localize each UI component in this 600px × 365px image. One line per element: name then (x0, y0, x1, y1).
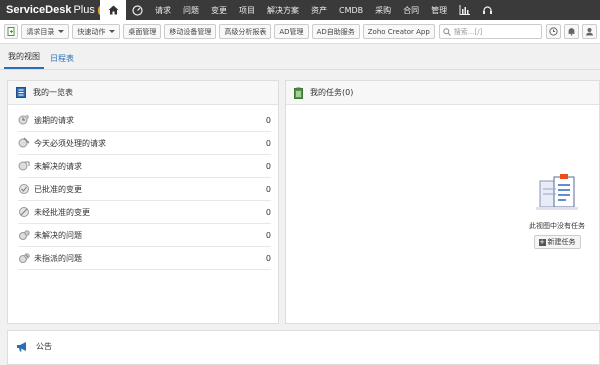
open-request-icon (18, 161, 30, 171)
ad-selfservice-button[interactable]: AD自助服务 (311, 24, 360, 39)
empty-tasks-illustration-icon (536, 174, 578, 210)
list-item[interactable]: 已批准的变更 0 (18, 178, 271, 201)
search-input[interactable]: 搜索...[/] (454, 27, 483, 37)
user-icon (586, 28, 593, 36)
nav-assets[interactable]: 资产 (305, 0, 333, 20)
unapproved-change-icon (19, 207, 29, 217)
notifications-button[interactable] (564, 24, 579, 39)
overview-row-count[interactable]: 0 (259, 254, 271, 263)
nav-cmdb[interactable]: CMDB (333, 0, 369, 20)
mobile-mgmt-button[interactable]: 移动设备管理 (164, 24, 217, 39)
announcements-panel: 公告 (7, 330, 600, 365)
nav-projects[interactable]: 项目 (233, 0, 261, 20)
bell-icon (568, 28, 575, 36)
tasks-title: 我的任务(0) (310, 88, 354, 97)
new-item-button[interactable] (4, 24, 19, 39)
megaphone-icon (17, 341, 26, 351)
clipboard-icon (294, 87, 303, 99)
speedometer-icon (132, 4, 143, 16)
nav-changes[interactable]: 变更 (205, 0, 233, 20)
tasks-empty-text: 此视图中没有任务 (529, 222, 585, 230)
advanced-reports-button[interactable]: 高级分析报表 (219, 24, 272, 39)
global-search[interactable]: 搜索...[/] (438, 24, 542, 39)
new-task-label: 新建任务 (547, 238, 576, 246)
nav-dashboard[interactable] (126, 0, 149, 20)
overview-row-label: 未解决的请求 (34, 161, 82, 171)
overview-row-label: 逾期的请求 (34, 115, 74, 125)
ad-mgmt-button[interactable]: AD管理 (274, 24, 309, 39)
nav-solutions[interactable]: 解决方案 (261, 0, 305, 20)
overdue-request-icon (18, 115, 29, 125)
nav-admin[interactable]: 管理 (425, 0, 453, 20)
new-document-icon (7, 27, 15, 36)
my-overview-panel: 我的一览表 逾期的请求 0 今天必须处理的请求 0 未解决的请求 0 已批准的变… (7, 80, 279, 324)
nav-problems[interactable]: 问题 (177, 0, 205, 20)
tasks-empty-state: 此视图中没有任务 + 新建任务 (522, 173, 592, 249)
list-icon (16, 87, 26, 98)
nav-reports[interactable] (453, 0, 476, 20)
user-button[interactable] (582, 24, 597, 39)
headset-icon (483, 5, 493, 14)
list-item[interactable]: 未解决的问题 0 (18, 224, 271, 247)
quick-actions-label: 快速动作 (77, 27, 106, 36)
tasks-header: 我的任务(0) (286, 81, 599, 105)
approved-change-icon (19, 184, 29, 194)
bar-chart-icon (459, 5, 471, 15)
list-item[interactable]: 未指派的问题 0 (18, 247, 271, 270)
plus-icon: + (538, 237, 546, 246)
unassigned-problem-icon (19, 253, 30, 263)
home-icon (108, 5, 118, 15)
request-catalog-label: 请求目录 (26, 27, 55, 36)
tab-my-view[interactable]: 我的视图 (4, 51, 44, 69)
overview-row-count[interactable]: 0 (259, 162, 271, 171)
quick-toolbar: 请求目录 快速动作 桌面管理 移动设备管理 高级分析报表 AD管理 AD自助服务… (0, 20, 600, 44)
overview-row-count[interactable]: 0 (259, 116, 271, 125)
logo-text: ServiceDesk (6, 4, 72, 16)
nav-support[interactable] (476, 0, 499, 20)
announcements-title: 公告 (36, 341, 52, 351)
overview-header: 我的一览表 (8, 81, 278, 105)
logo-suffix: Plus (73, 4, 95, 16)
view-tabs: 我的视图 日程表 (0, 50, 600, 70)
overview-row-label: 未解决的问题 (34, 230, 82, 240)
my-tasks-panel: 我的任务(0) 此视图中没有任务 + 新建任务 (285, 80, 600, 324)
nav-contracts[interactable]: 合同 (397, 0, 425, 20)
clock-button[interactable] (546, 24, 561, 39)
overview-row-label: 已批准的变更 (34, 184, 82, 194)
list-item[interactable]: 未解决的请求 0 (18, 155, 271, 178)
top-navbar: ServiceDesk Plus 请求 问题 变更 项目 解决方案 资产 CMD… (0, 0, 600, 20)
tab-calendar[interactable]: 日程表 (46, 53, 78, 69)
overview-title: 我的一览表 (33, 88, 73, 97)
overview-row-label: 今天必须处理的请求 (34, 138, 106, 148)
overview-row-label: 未经批准的变更 (34, 207, 90, 217)
app-logo[interactable]: ServiceDesk Plus (0, 0, 102, 20)
overview-row-count[interactable]: 0 (259, 231, 271, 240)
due-today-icon (18, 137, 30, 148)
nav-requests[interactable]: 请求 (149, 0, 177, 20)
clock-icon (549, 27, 558, 36)
overview-row-count[interactable]: 0 (259, 208, 271, 217)
quick-actions-dropdown[interactable]: 快速动作 (72, 24, 121, 39)
nav-home[interactable] (100, 0, 126, 20)
chevron-down-icon (58, 30, 65, 33)
list-item[interactable]: 逾期的请求 0 (18, 109, 271, 132)
overview-row-count[interactable]: 0 (259, 139, 271, 148)
announcements-header: 公告 (8, 331, 599, 361)
new-task-button[interactable]: + 新建任务 (533, 235, 581, 249)
search-icon (443, 27, 451, 36)
overview-row-label: 未指派的问题 (34, 253, 82, 263)
nav-purchase[interactable]: 采购 (369, 0, 397, 20)
zoho-creator-button[interactable]: Zoho Creator App (362, 24, 435, 39)
desktop-mgmt-button[interactable]: 桌面管理 (123, 24, 162, 39)
chevron-down-icon (109, 30, 116, 33)
open-problem-icon (19, 230, 30, 240)
request-catalog-dropdown[interactable]: 请求目录 (21, 24, 70, 39)
list-item[interactable]: 未经批准的变更 0 (18, 201, 271, 224)
overview-row-count[interactable]: 0 (259, 185, 271, 194)
list-item[interactable]: 今天必须处理的请求 0 (18, 132, 271, 155)
